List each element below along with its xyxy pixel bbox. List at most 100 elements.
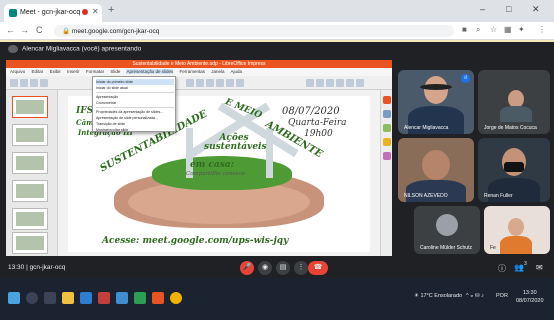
store-icon[interactable] <box>98 292 110 304</box>
slideshow-dropdown-menu: Iniciar do primeiro slide Iniciar do sli… <box>92 76 176 132</box>
participant-tile[interactable]: Jorge de Matos Cocuca <box>478 70 550 134</box>
edge-icon[interactable] <box>80 292 92 304</box>
open-icon[interactable] <box>20 79 28 87</box>
camera-button[interactable]: ◉ <box>258 261 272 275</box>
reload-button[interactable]: C <box>36 25 43 35</box>
menu-ajuda[interactable]: Ajuda <box>231 69 243 74</box>
slide-thumbnail[interactable] <box>12 152 48 174</box>
libreoffice-icon[interactable] <box>152 292 164 304</box>
master-slides-icon[interactable] <box>383 110 391 118</box>
menu-slide[interactable]: Slide <box>110 69 120 74</box>
slide-thumbnail[interactable] <box>12 96 48 118</box>
mask-icon <box>504 162 524 172</box>
slide-time: 19h00 <box>304 129 333 139</box>
new-tab-button[interactable]: + <box>108 4 114 16</box>
table-icon[interactable] <box>206 79 214 87</box>
info-icon[interactable]: ⓘ <box>498 263 506 274</box>
lines-icon[interactable] <box>316 79 324 87</box>
maximize-button[interactable]: □ <box>506 4 511 14</box>
dropdown-item[interactable]: Cronometrar <box>96 100 174 106</box>
language-indicator[interactable]: POR <box>496 293 508 299</box>
slide-thumbnail[interactable] <box>12 124 48 146</box>
image-icon[interactable] <box>216 79 224 87</box>
participant-body <box>500 236 532 254</box>
print-icon[interactable] <box>40 79 48 87</box>
minimize-button[interactable]: – <box>480 4 485 14</box>
dropdown-item[interactable]: Mostrar/ocultar slide <box>96 127 174 132</box>
menu-formatar[interactable]: Formatar <box>86 69 104 74</box>
participant-face <box>508 218 524 236</box>
menu-ferramentas[interactable]: Ferramentas <box>179 69 205 74</box>
task-view-icon[interactable] <box>44 292 56 304</box>
search-icon[interactable]: ⌕ <box>476 25 480 35</box>
chrome-icon[interactable] <box>170 292 182 304</box>
slide-panel <box>6 90 58 256</box>
dropdown-item[interactable]: Iniciar do slide atual <box>96 85 174 91</box>
chart-icon[interactable] <box>226 79 234 87</box>
gallery-icon[interactable] <box>383 124 391 132</box>
address-bar: ← → C 🔒 meet.google.com/gcn-jkar-ocq ■ ⌕… <box>0 22 554 40</box>
menu-editar[interactable]: Editar <box>32 69 44 74</box>
end-call-button[interactable]: ☎ <box>308 261 328 275</box>
menu-apresentacao[interactable]: Apresentação de slides <box>126 69 174 74</box>
file-explorer-icon[interactable] <box>62 292 74 304</box>
participant-tile[interactable]: Renan Fuller <box>478 138 550 202</box>
menu-exibir[interactable]: Exibir <box>50 69 61 74</box>
participant-face <box>422 150 450 180</box>
chat-icon[interactable]: ✉ <box>536 263 543 272</box>
slide-acoes-text: Ações sustentáveis <box>204 133 267 152</box>
redo-icon[interactable] <box>196 79 204 87</box>
menu-arquivo[interactable]: Arquivo <box>10 69 25 74</box>
undo-icon[interactable] <box>186 79 194 87</box>
captions-button[interactable]: ▤ <box>276 261 290 275</box>
slide-thumbnail[interactable] <box>12 180 48 202</box>
extensions-icon[interactable]: ✦ <box>518 25 525 34</box>
animation-icon[interactable] <box>383 152 391 160</box>
slide-ifs-text: IFS <box>76 106 94 116</box>
textbox-icon[interactable] <box>236 79 244 87</box>
more-options-button[interactable]: ⋮ <box>294 261 308 275</box>
star-icon[interactable]: ☆ <box>490 25 497 34</box>
grid-icon[interactable]: ▦ <box>504 25 512 34</box>
participant-body <box>500 106 532 122</box>
windows-start-icon[interactable] <box>8 292 20 304</box>
url-input[interactable]: 🔒 meet.google.com/gcn-jkar-ocq <box>54 25 454 37</box>
fontwork-icon[interactable] <box>346 79 354 87</box>
menu-icon[interactable]: ⋮ <box>538 25 546 34</box>
participant-name: Caroline Mülder Schutz <box>420 245 472 251</box>
properties-icon[interactable] <box>383 96 391 104</box>
navigator-icon[interactable] <box>383 138 391 146</box>
weather-text: ☀ 17°C Ensolarado <box>414 293 463 299</box>
dropdown-separator <box>96 92 174 93</box>
menu-janela[interactable]: Janela <box>211 69 224 74</box>
tray-icons[interactable]: ^ ◒ ⛁ ♪ <box>466 293 484 299</box>
meeting-code: 13:30 | gcn-jkar-ocq <box>8 264 66 271</box>
window-close-button[interactable]: ✕ <box>532 4 540 15</box>
camera-indicator-icon[interactable]: ■ <box>462 25 467 34</box>
app-icon[interactable] <box>134 292 146 304</box>
menu-inserir[interactable]: Inserir <box>67 69 80 74</box>
slide-thumbnail[interactable] <box>12 232 48 254</box>
participant-tile[interactable]: NILSON AZEVEDO <box>398 138 474 202</box>
slide-weekday: Quarta-Feira <box>288 118 347 128</box>
meet-controls-bar: 13:30 | gcn-jkar-ocq 🎤 ◉ ▤ ⋮ ☎ ⓘ 👥 3 ✉ <box>0 258 554 278</box>
participant-tile[interactable]: Caroline Mülder Schutz <box>414 206 480 254</box>
arrows-icon[interactable] <box>326 79 334 87</box>
new-doc-icon[interactable] <box>10 79 18 87</box>
people-icon[interactable]: 👥 <box>514 263 524 272</box>
participant-tile[interactable]: Fe <box>484 206 550 254</box>
mic-off-button[interactable]: 🎤 <box>240 261 254 275</box>
participant-tile[interactable]: ıl Alencar Migliavacca <box>398 70 474 134</box>
save-icon[interactable] <box>30 79 38 87</box>
shapes-icon[interactable] <box>306 79 314 87</box>
stars-icon[interactable] <box>336 79 344 87</box>
rotate-icon[interactable] <box>356 79 364 87</box>
slide-thumbnail[interactable] <box>12 208 48 230</box>
browser-tab[interactable]: Meet - gcn-jkar-ocq ✕ <box>4 4 102 22</box>
ie-icon[interactable] <box>116 292 128 304</box>
search-icon[interactable] <box>26 292 38 304</box>
taskbar-clock[interactable]: 13:30 08/07/2020 <box>516 289 544 305</box>
forward-button[interactable]: → <box>20 25 29 35</box>
back-button[interactable]: ← <box>6 25 15 35</box>
tab-close-icon[interactable]: ✕ <box>92 7 99 16</box>
